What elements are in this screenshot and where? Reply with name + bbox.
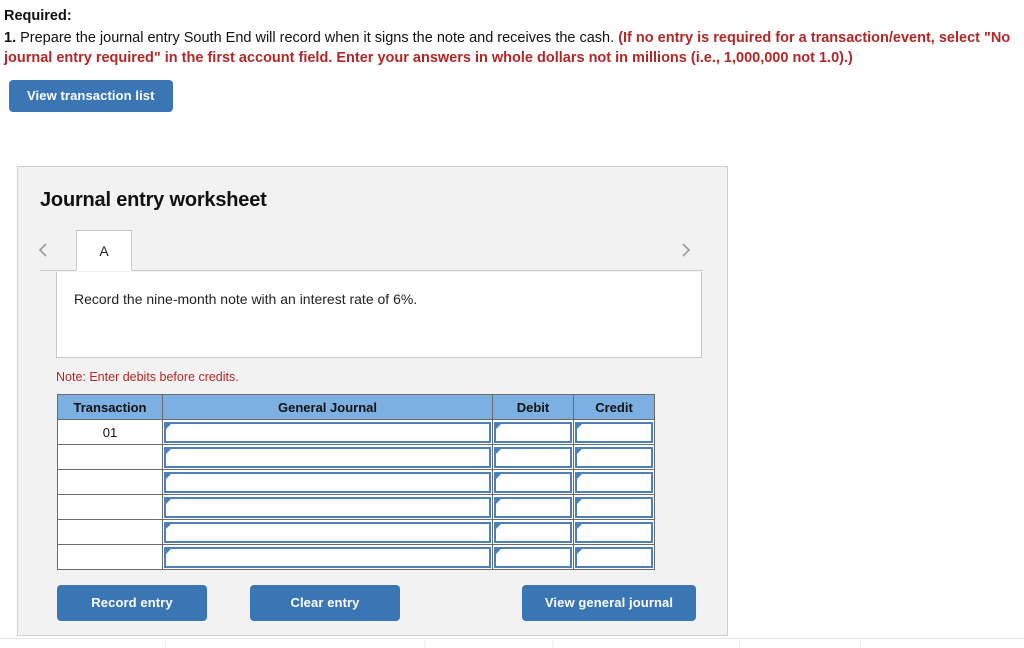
- required-label: Required:: [4, 8, 72, 24]
- credit-input-field[interactable]: [575, 446, 653, 468]
- chevron-right-icon[interactable]: [673, 237, 699, 263]
- credit-cell: [573, 544, 655, 570]
- transaction-number-cell: [57, 494, 163, 520]
- debit-input-field[interactable]: [494, 546, 572, 568]
- table-row: [57, 494, 655, 520]
- debit-input-field[interactable]: [494, 496, 572, 518]
- credit-cell: [573, 469, 655, 495]
- transaction-description-box: Record the nine-month note with an inter…: [56, 272, 702, 358]
- credit-input-field[interactable]: [575, 471, 653, 493]
- credit-cell: [573, 519, 655, 545]
- debit-cell: [492, 494, 574, 520]
- transaction-number-cell: [57, 519, 163, 545]
- table-row: [57, 469, 655, 495]
- debit-cell: [492, 444, 574, 470]
- page-title: Journal entry worksheet: [40, 189, 267, 211]
- instructions-block: Required: 1. Prepare the journal entry S…: [0, 0, 1024, 69]
- general-journal-cell: [162, 419, 493, 445]
- credit-cell: [573, 419, 655, 445]
- worksheet-actions: Record entry Clear entry View general jo…: [18, 585, 727, 625]
- general-journal-cell: [162, 519, 493, 545]
- credit-cell: [573, 444, 655, 470]
- account-select-field[interactable]: [164, 446, 491, 468]
- transaction-description-text: Record the nine-month note with an inter…: [74, 291, 418, 307]
- record-entry-button[interactable]: Record entry: [57, 585, 207, 622]
- table-row: 01: [57, 419, 655, 445]
- clear-entry-button[interactable]: Clear entry: [250, 585, 400, 622]
- question-text: 1. Prepare the journal entry South End w…: [4, 28, 1014, 69]
- view-transaction-list-button[interactable]: View transaction list: [9, 79, 173, 113]
- debit-input-field[interactable]: [494, 446, 572, 468]
- chevron-left-icon[interactable]: [30, 237, 56, 263]
- account-select-field[interactable]: [164, 471, 491, 493]
- column-header-credit: Credit: [573, 394, 655, 420]
- question-prompt: Prepare the journal entry South End will…: [16, 29, 619, 46]
- general-journal-cell: [162, 544, 493, 570]
- column-header-general-journal: General Journal: [162, 394, 493, 420]
- table-row: [57, 519, 655, 545]
- transaction-number-cell: [57, 444, 163, 470]
- credit-input-field[interactable]: [575, 421, 653, 443]
- general-journal-cell: [162, 444, 493, 470]
- journal-entry-worksheet-panel: Journal entry worksheet A Record the nin…: [17, 166, 728, 636]
- transaction-number-cell: [57, 469, 163, 495]
- debit-cell: [492, 419, 574, 445]
- debit-cell: [492, 519, 574, 545]
- table-row: [57, 544, 655, 570]
- transaction-number-cell: 01: [57, 419, 163, 445]
- credit-input-field[interactable]: [575, 496, 653, 518]
- general-journal-cell: [162, 469, 493, 495]
- debit-cell: [492, 544, 574, 570]
- question-number: 1.: [4, 29, 17, 46]
- debit-input-field[interactable]: [494, 521, 572, 543]
- tab-a[interactable]: A: [76, 230, 132, 271]
- tab-underline: [40, 270, 703, 271]
- table-row: [57, 444, 655, 470]
- column-header-debit: Debit: [492, 394, 574, 420]
- debit-cell: [492, 469, 574, 495]
- credit-input-field[interactable]: [575, 521, 653, 543]
- account-select-field[interactable]: [164, 421, 491, 443]
- account-select-field[interactable]: [164, 496, 491, 518]
- debits-before-credits-note: Note: Enter debits before credits.: [56, 370, 239, 384]
- table-header-row: Transaction General Journal Debit Credit: [57, 394, 655, 420]
- journal-entry-table: Transaction General Journal Debit Credit…: [57, 394, 655, 570]
- toolbar: View transaction list: [0, 69, 1024, 113]
- view-general-journal-button[interactable]: View general journal: [522, 585, 696, 622]
- column-header-transaction: Transaction: [57, 394, 163, 420]
- transaction-number-cell: [57, 544, 163, 570]
- debit-input-field[interactable]: [494, 421, 572, 443]
- account-select-field[interactable]: [164, 521, 491, 543]
- credit-input-field[interactable]: [575, 546, 653, 568]
- tab-strip: A: [18, 230, 727, 272]
- account-select-field[interactable]: [164, 546, 491, 568]
- general-journal-cell: [162, 494, 493, 520]
- debit-input-field[interactable]: [494, 471, 572, 493]
- credit-cell: [573, 494, 655, 520]
